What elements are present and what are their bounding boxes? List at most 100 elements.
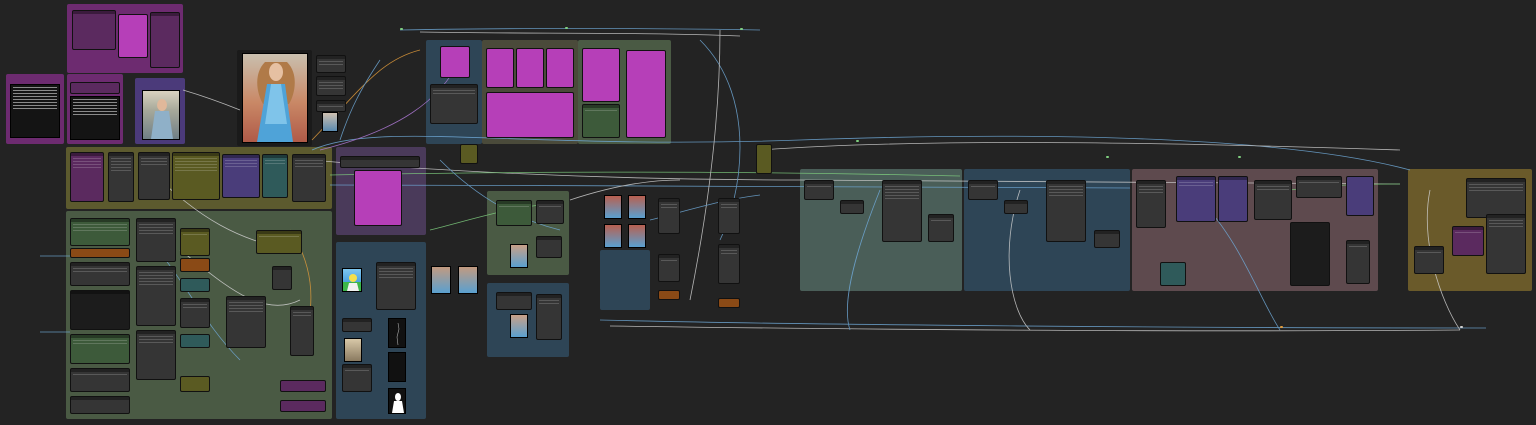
- upscale-node[interactable]: [496, 200, 532, 226]
- refine-node[interactable]: [1094, 230, 1120, 248]
- refine-node[interactable]: [1160, 262, 1186, 286]
- compare-node[interactable]: [658, 290, 680, 300]
- wire-label: [856, 140, 859, 142]
- note-header-node[interactable]: [70, 82, 120, 94]
- upscale-node[interactable]: [226, 296, 266, 348]
- mask-image-icon: [388, 352, 406, 382]
- prompt-text-node[interactable]: [626, 50, 666, 138]
- sampler-node[interactable]: [70, 334, 130, 364]
- wire-label: [565, 27, 568, 29]
- save-image-node[interactable]: [1452, 226, 1484, 256]
- latent-node[interactable]: [180, 278, 210, 292]
- prompt-text-node[interactable]: [486, 48, 514, 88]
- prompt-text-node[interactable]: [486, 92, 574, 138]
- output-image-icon: [242, 53, 308, 143]
- upscale-node[interactable]: [290, 306, 314, 356]
- ksampler-node[interactable]: [136, 266, 176, 326]
- refine-node[interactable]: [1254, 180, 1292, 220]
- reroute-node[interactable]: [292, 154, 326, 202]
- upscale-node[interactable]: [536, 236, 562, 258]
- refine-preview-node[interactable]: [1290, 222, 1330, 286]
- upscale-node[interactable]: [496, 292, 532, 310]
- notes-text-panel[interactable]: [70, 96, 120, 140]
- notes-text-panel[interactable]: [10, 84, 60, 138]
- refine-node[interactable]: [804, 180, 834, 200]
- reference-image-icon: [142, 90, 180, 140]
- sampler-node[interactable]: [70, 248, 130, 258]
- upscale-node[interactable]: [280, 400, 326, 412]
- refine-node[interactable]: [928, 214, 954, 242]
- vae-node[interactable]: [262, 154, 288, 198]
- refine-node[interactable]: [1004, 200, 1028, 214]
- save-image-node[interactable]: [1414, 246, 1444, 274]
- upscale-node[interactable]: [256, 230, 302, 254]
- upscale-node[interactable]: [272, 266, 292, 290]
- refine-node[interactable]: [1176, 176, 1216, 222]
- reroute-node[interactable]: [460, 144, 478, 164]
- ksampler-node[interactable]: [136, 218, 176, 262]
- sampler-node[interactable]: [70, 218, 130, 246]
- compare-node[interactable]: [718, 198, 740, 234]
- node-graph-canvas[interactable]: [0, 0, 1536, 425]
- latent-node[interactable]: [180, 298, 210, 328]
- loader-node[interactable]: [108, 152, 134, 202]
- settings-node[interactable]: [316, 55, 346, 73]
- refine-node[interactable]: [882, 180, 922, 242]
- wire: [419, 31, 741, 37]
- upscale-node[interactable]: [536, 294, 562, 340]
- prompt-node[interactable]: [430, 84, 478, 124]
- refine-node[interactable]: [1346, 176, 1374, 216]
- reroute-node[interactable]: [756, 144, 772, 174]
- mask-image-icon: [388, 318, 406, 348]
- upscale-node[interactable]: [280, 380, 326, 392]
- output-image-icon: [510, 314, 528, 338]
- ksampler-node[interactable]: [136, 330, 176, 380]
- controlnet-node[interactable]: [342, 318, 372, 332]
- refine-node[interactable]: [1136, 180, 1166, 228]
- prompt-text-node[interactable]: [546, 48, 574, 88]
- save-image-node[interactable]: [1466, 178, 1526, 218]
- conditioning-text-node[interactable]: [354, 170, 402, 226]
- wire: [609, 325, 1461, 332]
- sampler-node[interactable]: [70, 290, 130, 330]
- lora-node[interactable]: [172, 152, 220, 200]
- prompt-text-node[interactable]: [516, 48, 544, 88]
- sampler-node[interactable]: [70, 368, 130, 392]
- controlnet-node[interactable]: [376, 262, 416, 310]
- prompt-node[interactable]: [72, 10, 116, 50]
- sampler-node[interactable]: [70, 396, 130, 414]
- wire-label: [1460, 326, 1463, 328]
- prompt-text-node[interactable]: [582, 48, 620, 102]
- prompt-node[interactable]: [150, 12, 180, 68]
- settings-node[interactable]: [316, 100, 346, 112]
- refine-node[interactable]: [840, 200, 864, 214]
- output-image-icon: [322, 112, 338, 132]
- refine-node[interactable]: [1346, 240, 1370, 284]
- compare-node[interactable]: [718, 298, 740, 308]
- refine-node[interactable]: [1218, 176, 1248, 222]
- text-widget-node[interactable]: [118, 14, 148, 58]
- sampler-node[interactable]: [70, 262, 130, 286]
- latent-node[interactable]: [180, 334, 210, 348]
- compare-node[interactable]: [718, 244, 740, 284]
- wire: [599, 319, 1487, 329]
- upscale-node[interactable]: [536, 200, 564, 224]
- compare-node[interactable]: [658, 198, 680, 234]
- compare-node[interactable]: [658, 254, 680, 282]
- latent-node[interactable]: [180, 228, 210, 256]
- save-image-node[interactable]: [1486, 214, 1526, 274]
- prompt-text-node[interactable]: [440, 46, 470, 78]
- prompt-node[interactable]: [582, 104, 620, 138]
- conditioning-node[interactable]: [340, 156, 420, 168]
- settings-node[interactable]: [316, 76, 346, 96]
- clip-node[interactable]: [222, 154, 260, 198]
- refine-node[interactable]: [1296, 176, 1342, 198]
- wire: [329, 171, 961, 177]
- refine-node[interactable]: [1046, 180, 1086, 242]
- checkpoint-node[interactable]: [138, 152, 170, 200]
- refine-node[interactable]: [968, 180, 998, 200]
- loader-node[interactable]: [70, 152, 104, 202]
- latent-node[interactable]: [180, 376, 210, 392]
- latent-node[interactable]: [180, 258, 210, 272]
- controlnet-node[interactable]: [342, 364, 372, 392]
